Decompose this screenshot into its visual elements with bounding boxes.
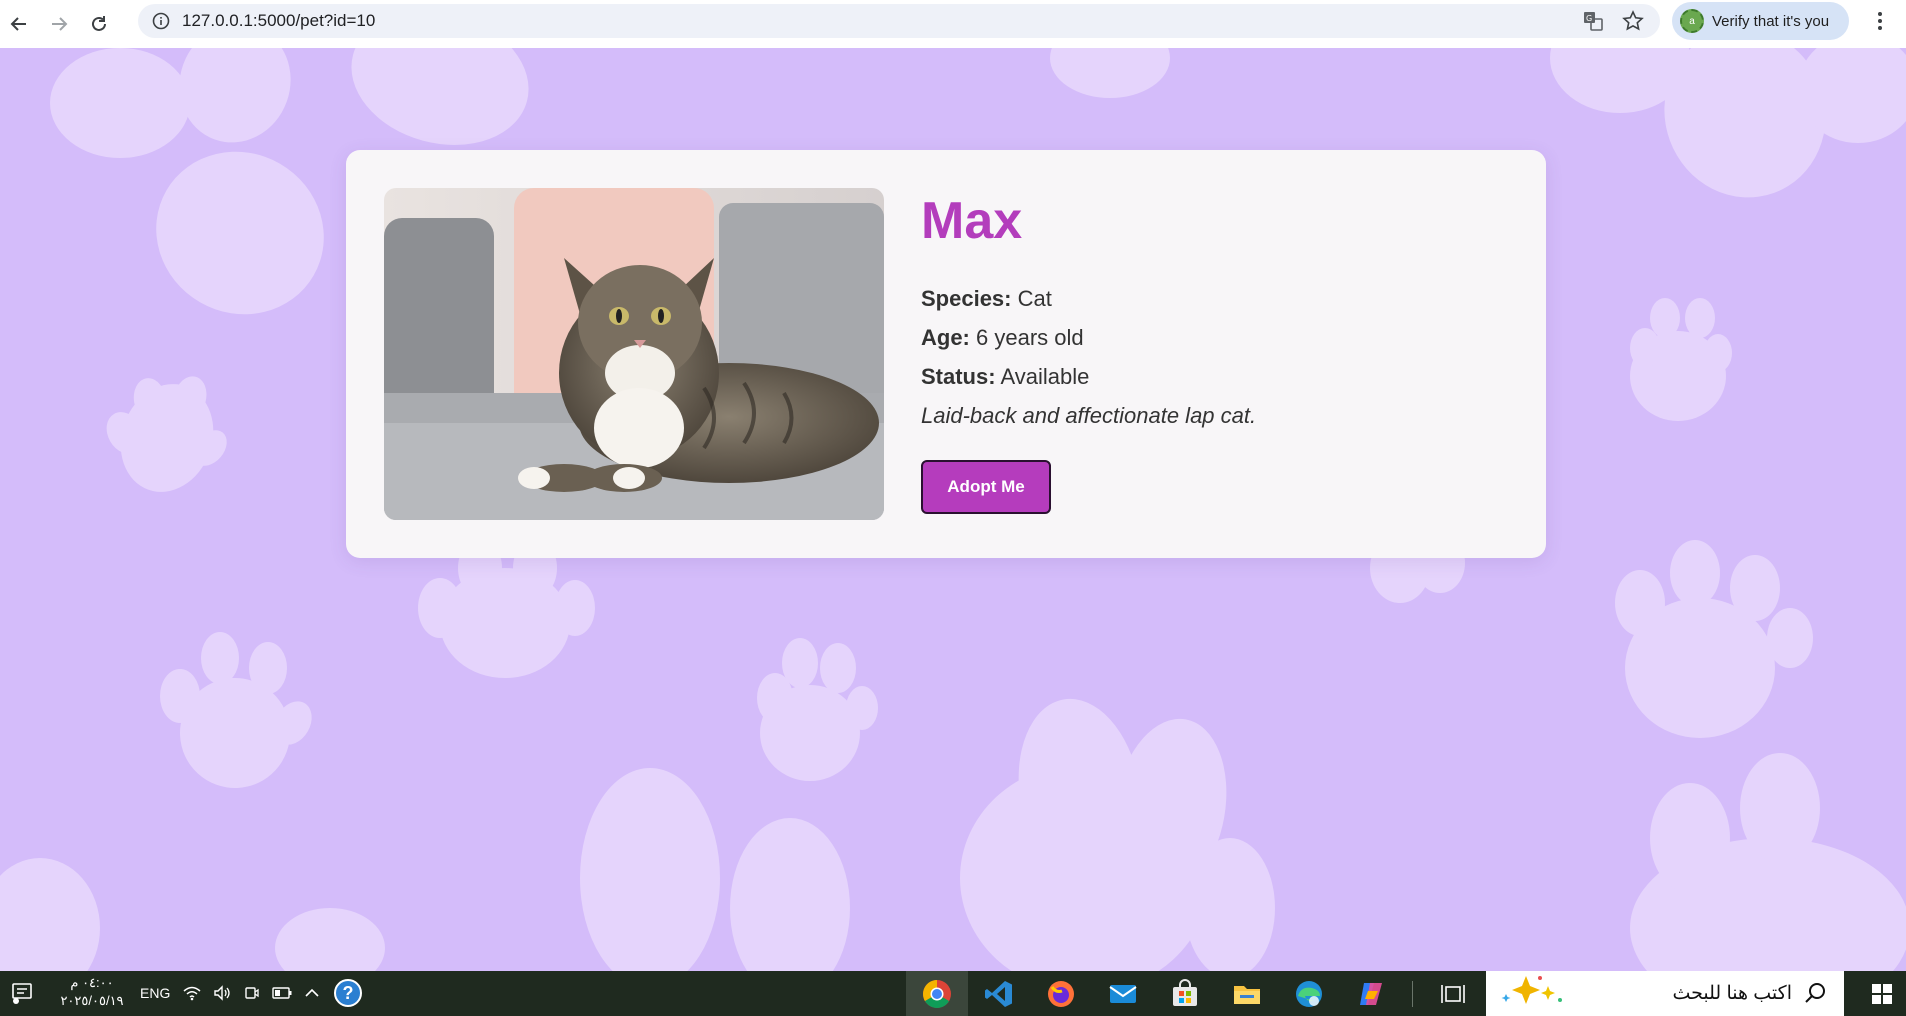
species-row: Species: Cat bbox=[921, 286, 1256, 312]
edge-icon bbox=[1296, 980, 1322, 1007]
status-label: Status: bbox=[921, 364, 996, 389]
translate-icon[interactable]: G bbox=[1580, 8, 1606, 34]
browser-menu-icon[interactable] bbox=[1868, 6, 1892, 36]
vscode-app[interactable] bbox=[968, 971, 1030, 1016]
clock-time: ٠٤:٠٠ م bbox=[70, 975, 114, 990]
reload-button[interactable] bbox=[82, 7, 116, 41]
pet-photo bbox=[384, 188, 884, 520]
reload-icon bbox=[92, 16, 106, 31]
status-row: Status: Available bbox=[921, 364, 1256, 390]
mail-app[interactable] bbox=[1092, 971, 1154, 1016]
edge-app[interactable] bbox=[1278, 971, 1340, 1016]
sparkle-icon bbox=[1496, 972, 1566, 1015]
bookmark-star-icon[interactable] bbox=[1620, 8, 1646, 34]
store-app[interactable] bbox=[1154, 971, 1216, 1016]
age-label: Age: bbox=[921, 325, 970, 350]
help-icon[interactable]: ? bbox=[334, 979, 362, 1007]
firefox-icon bbox=[1048, 980, 1074, 1007]
cat-photo-illustration bbox=[384, 188, 884, 520]
taskbar-search[interactable]: اكتب هنا للبحث bbox=[1486, 971, 1844, 1016]
back-arrow-icon bbox=[10, 17, 26, 31]
age-row: Age: 6 years old bbox=[921, 325, 1256, 351]
profile-avatar: a bbox=[1680, 9, 1704, 33]
pinned-apps bbox=[906, 971, 1484, 1016]
chevron-up-icon[interactable] bbox=[302, 981, 322, 1005]
notification-icon[interactable] bbox=[10, 981, 34, 1005]
search-placeholder: اكتب هنا للبحث bbox=[1672, 983, 1792, 1004]
clock-date: ٢٠٢٥/٠٥/١٩ bbox=[60, 993, 124, 1008]
task-view-icon bbox=[1441, 984, 1465, 1003]
site-info-icon[interactable] bbox=[144, 4, 178, 38]
copilot-icon bbox=[1360, 982, 1382, 1005]
status-value: Available bbox=[1000, 364, 1090, 389]
start-button[interactable] bbox=[1858, 971, 1906, 1016]
chrome-icon bbox=[923, 979, 951, 1008]
page-background: Max Species: Cat Age: 6 years old Status… bbox=[0, 48, 1906, 971]
browser-toolbar: 127.0.0.1:5000/pet?id=10 G a Verify that… bbox=[0, 0, 1906, 48]
pet-name: Max bbox=[921, 192, 1023, 250]
copilot-app[interactable] bbox=[1340, 971, 1402, 1016]
separator bbox=[1402, 971, 1422, 1016]
windows-taskbar: ٠٤:٠٠ م ٢٠٢٥/٠٥/١٩ ENG ? اكتب هنا للبحث bbox=[0, 971, 1906, 1016]
store-icon bbox=[1173, 978, 1197, 1006]
forward-arrow-icon bbox=[52, 17, 68, 31]
wifi-icon[interactable] bbox=[182, 981, 202, 1005]
pet-card: Max Species: Cat Age: 6 years old Status… bbox=[346, 150, 1546, 558]
pet-info: Max Species: Cat Age: 6 years old Status… bbox=[921, 190, 1256, 429]
age-value: 6 years old bbox=[976, 325, 1084, 350]
species-value: Cat bbox=[1017, 286, 1052, 311]
mail-icon bbox=[1109, 984, 1137, 1003]
svg-text:G: G bbox=[1586, 14, 1592, 23]
clock[interactable]: ٠٤:٠٠ م ٢٠٢٥/٠٥/١٩ bbox=[56, 974, 128, 1010]
forward-button[interactable] bbox=[42, 7, 76, 41]
windows-logo-icon bbox=[1872, 983, 1892, 1004]
file-explorer-app[interactable] bbox=[1216, 971, 1278, 1016]
back-button[interactable] bbox=[2, 7, 36, 41]
language-indicator[interactable]: ENG bbox=[140, 985, 170, 1001]
pet-description: Laid-back and affectionate lap cat. bbox=[921, 403, 1257, 428]
search-icon bbox=[1805, 983, 1825, 1003]
file-explorer-icon bbox=[1234, 985, 1260, 1004]
task-view-app[interactable] bbox=[1422, 971, 1484, 1016]
system-tray bbox=[182, 981, 322, 1005]
verify-label: Verify that it's you bbox=[1712, 12, 1830, 30]
adopt-me-button[interactable]: Adopt Me bbox=[921, 460, 1051, 514]
battery-icon[interactable] bbox=[272, 981, 292, 1005]
meet-now-icon[interactable] bbox=[242, 981, 262, 1005]
chrome-app[interactable] bbox=[906, 971, 968, 1016]
volume-icon[interactable] bbox=[212, 981, 232, 1005]
url-text[interactable]: 127.0.0.1:5000/pet?id=10 bbox=[182, 11, 375, 31]
species-label: Species: bbox=[921, 286, 1012, 311]
profile-verify-button[interactable]: a Verify that it's you bbox=[1672, 2, 1849, 40]
vscode-icon bbox=[985, 980, 1012, 1007]
firefox-app[interactable] bbox=[1030, 971, 1092, 1016]
address-bar[interactable]: 127.0.0.1:5000/pet?id=10 G bbox=[138, 4, 1660, 38]
